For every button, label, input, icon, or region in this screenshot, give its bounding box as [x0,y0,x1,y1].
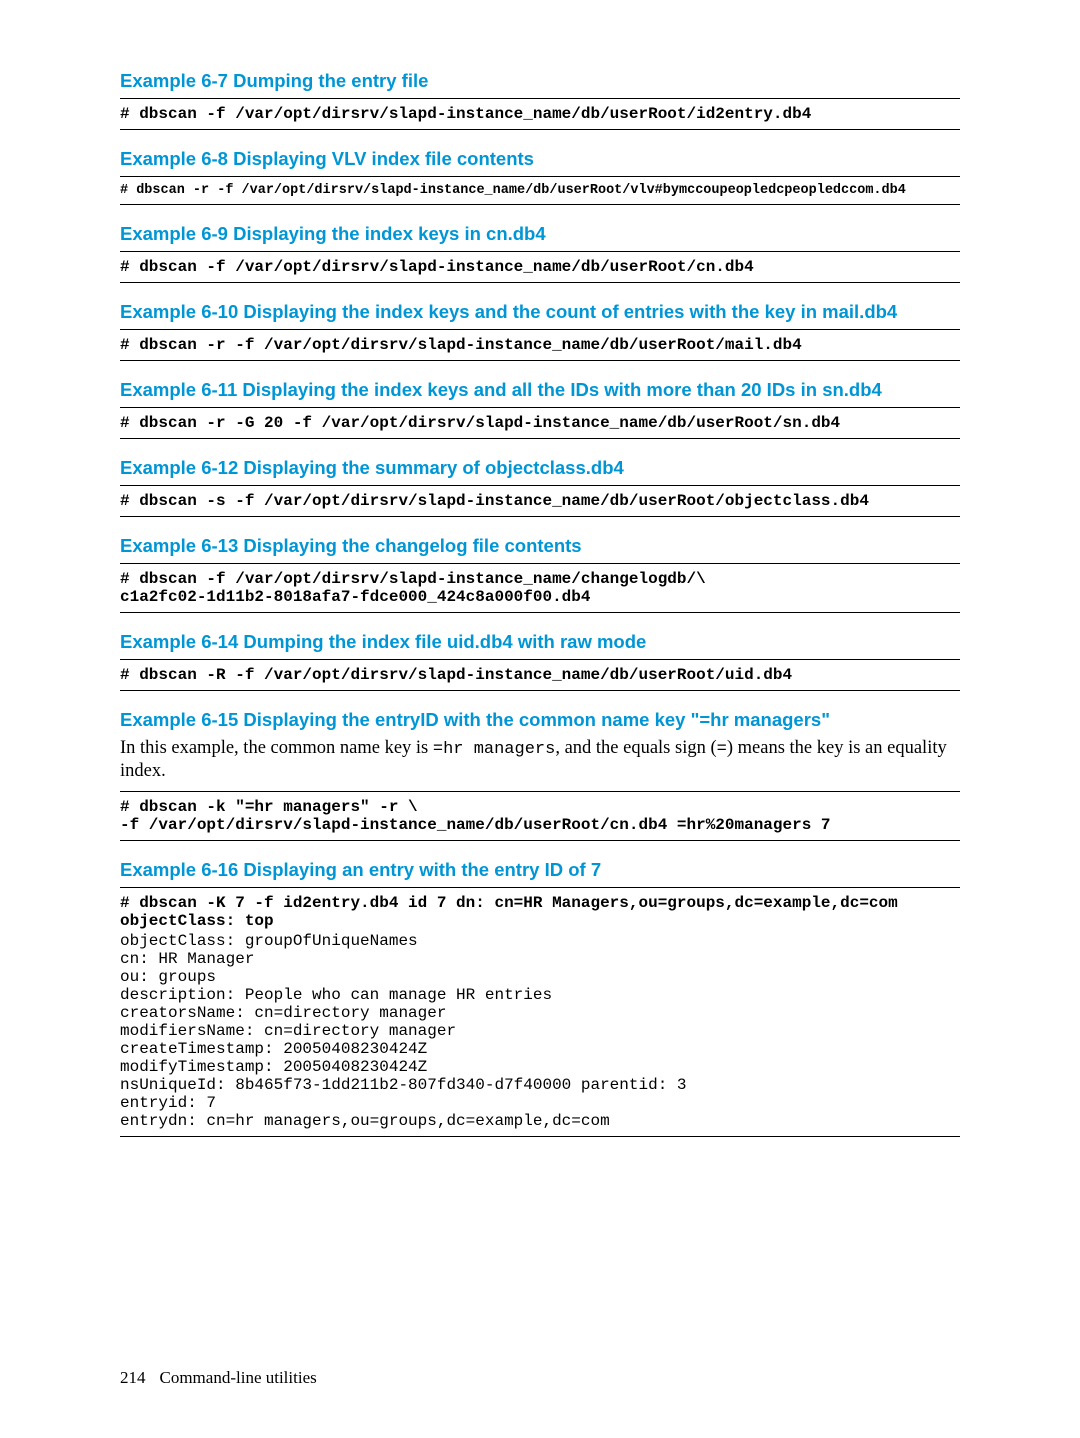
rule [120,329,960,330]
rule [120,1136,960,1137]
code-block: # dbscan -r -G 20 -f /var/opt/dirsrv/sla… [120,414,960,432]
example-6-15: Example 6-15 Displaying the entryID with… [120,709,960,841]
rule [120,360,960,361]
example-title: Example 6-13 Displaying the changelog fi… [120,535,960,557]
rule [120,690,960,691]
rule [120,485,960,486]
example-title: Example 6-15 Displaying the entryID with… [120,709,960,731]
code-block: # dbscan -K 7 -f id2entry.db4 id 7 dn: c… [120,894,960,930]
code-block: # dbscan -f /var/opt/dirsrv/slapd-instan… [120,105,960,123]
rule [120,659,960,660]
page: Example 6-7 Dumping the entry file # dbs… [0,0,1080,1438]
inline-code: = [717,740,727,759]
rule [120,251,960,252]
code-block: # dbscan -f /var/opt/dirsrv/slapd-instan… [120,258,960,276]
inline-code: =hr managers [433,740,555,759]
rule [120,98,960,99]
example-6-14: Example 6-14 Dumping the index file uid.… [120,631,960,691]
rule [120,129,960,130]
example-title: Example 6-14 Dumping the index file uid.… [120,631,960,653]
rule [120,176,960,177]
rule [120,887,960,888]
example-6-9: Example 6-9 Displaying the index keys in… [120,223,960,283]
rule [120,612,960,613]
example-6-11: Example 6-11 Displaying the index keys a… [120,379,960,439]
footer-section: Command-line utilities [160,1368,317,1387]
example-title: Example 6-9 Displaying the index keys in… [120,223,960,245]
code-block: # dbscan -r -f /var/opt/dirsrv/slapd-ins… [120,336,960,354]
code-block: # dbscan -f /var/opt/dirsrv/slapd-instan… [120,570,960,606]
code-block: # dbscan -s -f /var/opt/dirsrv/slapd-ins… [120,492,960,510]
example-title: Example 6-12 Displaying the summary of o… [120,457,960,479]
rule [120,840,960,841]
example-6-12: Example 6-12 Displaying the summary of o… [120,457,960,517]
code-block: # dbscan -k "=hr managers" -r \ -f /var/… [120,798,960,834]
example-6-7: Example 6-7 Dumping the entry file # dbs… [120,70,960,130]
rule [120,563,960,564]
output-block: objectClass: groupOfUniqueNames cn: HR M… [120,932,960,1130]
rule [120,516,960,517]
example-6-8: Example 6-8 Displaying VLV index file co… [120,148,960,205]
code-block: # dbscan -r -f /var/opt/dirsrv/slapd-ins… [120,183,960,198]
rule [120,282,960,283]
body-text: In this example, the common name key is … [120,737,960,783]
example-title: Example 6-10 Displaying the index keys a… [120,301,960,323]
rule [120,791,960,792]
page-footer: 214 Command-line utilities [120,1368,317,1388]
example-title: Example 6-7 Dumping the entry file [120,70,960,92]
page-number: 214 [120,1368,146,1387]
body-text-span: In this example, the common name key is [120,738,433,758]
example-title: Example 6-11 Displaying the index keys a… [120,379,960,401]
body-text-span: , and the equals sign ( [555,738,716,758]
example-6-16: Example 6-16 Displaying an entry with th… [120,859,960,1137]
rule [120,407,960,408]
code-block: # dbscan -R -f /var/opt/dirsrv/slapd-ins… [120,666,960,684]
example-6-13: Example 6-13 Displaying the changelog fi… [120,535,960,613]
example-6-10: Example 6-10 Displaying the index keys a… [120,301,960,361]
rule [120,438,960,439]
example-title: Example 6-8 Displaying VLV index file co… [120,148,960,170]
rule [120,204,960,205]
example-title: Example 6-16 Displaying an entry with th… [120,859,960,881]
